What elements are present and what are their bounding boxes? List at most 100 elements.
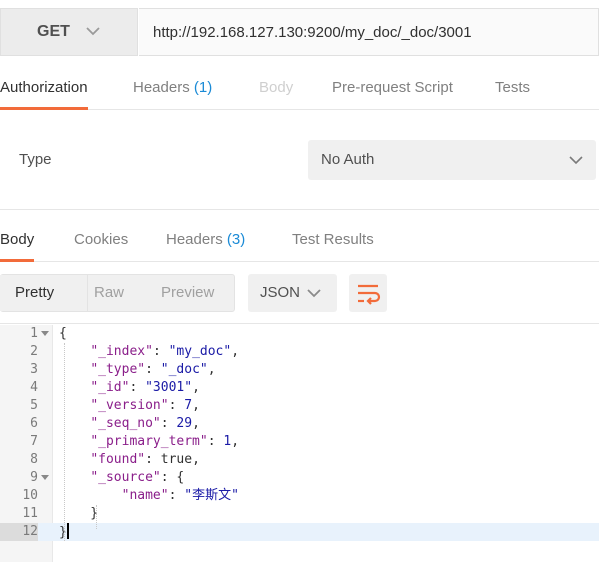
indent-guide bbox=[96, 505, 97, 529]
line-number: 7 bbox=[30, 434, 38, 449]
line-number: 6 bbox=[30, 416, 38, 431]
line-number: 5 bbox=[30, 398, 38, 413]
code-text: "_type": "_doc", bbox=[59, 361, 216, 379]
code-token: : bbox=[152, 344, 169, 359]
code-line: 8 "found": true, bbox=[0, 451, 599, 469]
tab-cookies[interactable]: Cookies bbox=[74, 218, 128, 262]
auth-type-label: Type bbox=[19, 151, 52, 168]
wrap-lines-icon bbox=[358, 284, 381, 305]
url-text: http://192.168.127.130:9200/my_doc/_doc/… bbox=[153, 23, 472, 41]
method-select[interactable]: GET bbox=[0, 8, 138, 56]
preview-button[interactable]: Preview bbox=[161, 275, 214, 311]
code-token: "3001" bbox=[145, 380, 193, 395]
response-tabs: Body Cookies Headers (3) Test Results bbox=[0, 218, 599, 262]
tab-test-results[interactable]: Test Results bbox=[292, 218, 374, 262]
wrap-lines-button[interactable] bbox=[349, 274, 387, 312]
tab-response-body[interactable]: Body bbox=[0, 218, 35, 262]
fold-toggle-icon[interactable] bbox=[41, 331, 49, 336]
code-text: "_primary_term": 1, bbox=[59, 433, 239, 451]
code-token: : { bbox=[160, 470, 185, 485]
raw-button[interactable]: Raw bbox=[94, 275, 124, 311]
code-token: true bbox=[160, 452, 193, 467]
line-number: 1 bbox=[30, 326, 38, 341]
response-body-viewer[interactable]: 1{2 "_index": "my_doc", 3 "_type": "_doc"… bbox=[0, 325, 599, 562]
line-number: 2 bbox=[30, 344, 38, 359]
code-line: 10 "name": "李斯文" bbox=[0, 487, 599, 505]
code-token: , bbox=[192, 416, 200, 431]
code-text: { bbox=[59, 325, 67, 343]
code-token: : bbox=[207, 434, 224, 449]
code-token: : bbox=[129, 380, 146, 395]
code-token: : bbox=[145, 362, 161, 377]
code-token: "name" bbox=[121, 488, 169, 503]
code-token: "_primary_term" bbox=[90, 434, 208, 449]
code-line: 9 "_source": { bbox=[0, 469, 599, 487]
code-token: , bbox=[192, 380, 200, 395]
code-token: "_doc" bbox=[160, 362, 208, 377]
request-bar: GET http://192.168.127.130:9200/my_doc/_… bbox=[0, 0, 599, 64]
code-line: 6 "_seq_no": 29, bbox=[0, 415, 599, 433]
format-value: JSON bbox=[260, 284, 301, 301]
tab-authorization[interactable]: Authorization bbox=[0, 66, 88, 110]
code-token: "_index" bbox=[90, 344, 153, 359]
code-token: 7 bbox=[184, 398, 193, 413]
auth-type-select[interactable]: No Auth bbox=[308, 140, 596, 180]
code-token: "_source" bbox=[90, 470, 161, 485]
code-token: "李斯文" bbox=[184, 488, 239, 503]
code-token: "my_doc" bbox=[168, 344, 232, 359]
format-select[interactable]: JSON bbox=[248, 274, 337, 312]
line-number: 10 bbox=[22, 488, 38, 503]
response-headers-count: (3) bbox=[226, 231, 246, 248]
line-number: 9 bbox=[30, 470, 38, 485]
view-mode-group: Pretty Raw Preview bbox=[0, 274, 235, 312]
chevron-down-icon bbox=[307, 289, 321, 298]
code-text: "_source": { bbox=[59, 469, 184, 487]
chevron-down-icon bbox=[569, 156, 583, 165]
code-line: 3 "_type": "_doc", bbox=[0, 361, 599, 379]
code-line: 7 "_primary_term": 1, bbox=[0, 433, 599, 451]
indent-guide bbox=[64, 343, 65, 541]
code-line: 1{ bbox=[0, 325, 599, 343]
code-token: "_type" bbox=[90, 362, 146, 377]
fold-toggle-icon[interactable] bbox=[41, 475, 49, 480]
code-text: "_version": 7, bbox=[59, 397, 200, 415]
url-input[interactable]: http://192.168.127.130:9200/my_doc/_doc/… bbox=[139, 8, 599, 56]
line-number: 12 bbox=[0, 523, 38, 541]
code-token: : bbox=[168, 398, 185, 413]
chevron-down-icon bbox=[86, 27, 100, 36]
code-token: , bbox=[192, 398, 200, 413]
tab-tests[interactable]: Tests bbox=[495, 66, 530, 110]
code-line: 5 "_version": 7, bbox=[0, 397, 599, 415]
line-number: 4 bbox=[30, 380, 38, 395]
line-number: 3 bbox=[30, 362, 38, 377]
code-text: "_id": "3001", bbox=[59, 379, 200, 397]
pretty-button[interactable]: Pretty bbox=[0, 275, 88, 311]
code-token: { bbox=[59, 326, 67, 341]
code-line: 11 } bbox=[0, 505, 599, 523]
code-token: , bbox=[231, 434, 240, 449]
code-text: "_seq_no": 29, bbox=[59, 415, 200, 433]
tab-body[interactable]: Body bbox=[259, 66, 293, 110]
headers-count: (1) bbox=[193, 79, 213, 96]
code-token: : bbox=[160, 416, 177, 431]
text-cursor bbox=[66, 523, 69, 539]
code-token: 29 bbox=[176, 416, 193, 431]
response-toolbar: Pretty Raw Preview JSON bbox=[0, 262, 599, 324]
code-line: 2 "_index": "my_doc", bbox=[0, 343, 599, 361]
code-text: "_index": "my_doc", bbox=[59, 343, 239, 361]
tab-response-headers[interactable]: Headers (3) bbox=[166, 218, 245, 262]
code-token: : bbox=[145, 452, 161, 467]
code-token: , bbox=[231, 344, 240, 359]
auth-type-value: No Auth bbox=[321, 151, 375, 168]
code-token: } bbox=[59, 525, 67, 540]
code-line: 12} bbox=[0, 523, 599, 541]
request-tabs: Authorization Headers (1) Body Pre-reque… bbox=[0, 66, 599, 110]
code-text: "found": true, bbox=[59, 451, 200, 469]
code-token: "_id" bbox=[90, 380, 130, 395]
code-token: , bbox=[207, 362, 216, 377]
tab-headers[interactable]: Headers (1) bbox=[133, 66, 212, 110]
code-token: "_version" bbox=[90, 398, 169, 413]
tab-pre-request-script[interactable]: Pre-request Script bbox=[332, 66, 453, 110]
code-token: , bbox=[192, 452, 200, 467]
code-line: 4 "_id": "3001", bbox=[0, 379, 599, 397]
